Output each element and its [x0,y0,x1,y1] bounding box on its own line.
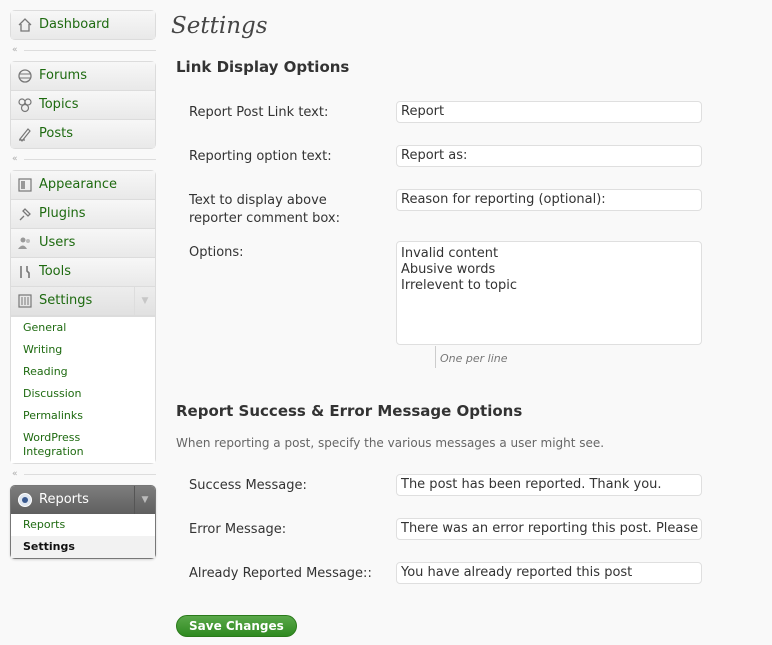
menu-label: Reports [39,492,89,507]
above-box-label-line1: Text to display above [189,193,327,208]
submenu-item-discussion[interactable]: Discussion [11,383,155,405]
menu-label: Tools [39,264,72,279]
menu-item-reports[interactable]: Reports ▼ [11,486,155,514]
save-changes-button[interactable]: Save Changes [176,615,297,637]
reporting-option-label: Reporting option text: [189,149,332,164]
users-icon [18,237,30,249]
submenu-item-wordpress-integration[interactable]: WordPress Integration [11,427,103,463]
appearance-icon [18,178,32,192]
menu-label: Plugins [39,206,86,221]
options-label: Options: [189,245,244,260]
report-link-input[interactable]: Report [396,101,702,123]
submenu-item-general[interactable]: General [11,317,155,339]
menu-group-site: Appearance Plugins Users Tools Settings … [10,170,156,464]
page-title: Settings [171,13,268,39]
menu-item-posts[interactable]: Posts [11,120,155,148]
section-heading-link-display: Link Display Options [176,58,350,76]
collapse-arrows-icon: « [12,45,17,55]
tools-icon [20,266,30,278]
chevron-down-icon[interactable]: ▼ [134,486,155,514]
menu-group-reports: Reports ▼ Reports Settings [10,485,156,559]
menu-label: Forums [39,68,87,83]
plugins-icon [19,208,31,221]
menu-label: Appearance [39,177,118,192]
already-reported-input[interactable]: You have already reported this post [396,562,702,584]
collapse-arrows-icon: « [12,154,17,164]
menu-item-forums[interactable]: Forums [11,62,155,91]
menu-label: Topics [39,97,79,112]
menu-item-plugins[interactable]: Plugins [11,200,155,229]
above-box-label: Text to display above reporter comment b… [189,192,340,228]
menu-separator[interactable]: « [10,464,156,485]
success-message-label: Success Message: [189,478,307,493]
reporting-option-input[interactable]: Report as: [396,145,702,167]
menu-label: Posts [39,126,73,141]
above-box-label-line2: reporter comment box: [189,211,340,226]
options-textarea[interactable]: Invalid content Abusive words Irrelevent… [396,241,702,345]
submenu-item-reports[interactable]: Reports [11,514,155,536]
menu-item-dashboard[interactable]: Dashboard [11,11,155,39]
menu-item-users[interactable]: Users [11,229,155,258]
submenu-item-permalinks[interactable]: Permalinks [11,405,155,427]
menu-item-tools[interactable]: Tools [11,258,155,287]
report-link-label: Report Post Link text: [189,105,329,120]
section-heading-messages: Report Success & Error Message Options [176,402,523,420]
submenu-item-settings[interactable]: Settings [11,536,155,558]
menu-label: Users [39,235,76,250]
already-reported-label: Already Reported Message:: [189,566,372,581]
forums-icon [18,69,32,83]
menu-separator[interactable]: « [10,149,156,170]
menu-label: Dashboard [39,17,110,32]
menu-group-bbpress: Forums Topics Posts [10,61,156,149]
admin-sidebar: Dashboard « Forums Topics Posts « Appear… [10,10,156,559]
menu-separator[interactable]: « [10,40,156,61]
home-icon [18,18,32,32]
menu-item-topics[interactable]: Topics [11,91,155,120]
settings-icon [18,294,32,308]
settings-submenu: General Writing Reading Discussion Perma… [11,316,155,463]
posts-icon [19,128,31,142]
submenu-item-reading[interactable]: Reading [11,361,155,383]
menu-group-dashboard: Dashboard [10,10,156,40]
menu-label: Settings [39,293,93,308]
topics-icon [18,98,32,113]
menu-item-settings[interactable]: Settings ▼ [11,287,155,316]
section-description: When reporting a post, specify the vario… [176,436,605,450]
options-hint: One per line [435,346,508,368]
chevron-down-icon[interactable]: ▼ [134,287,155,315]
submenu-item-writing[interactable]: Writing [11,339,155,361]
success-message-input[interactable]: The post has been reported. Thank you. [396,474,702,496]
reports-icon [18,493,32,507]
error-message-label: Error Message: [189,522,287,537]
above-box-input[interactable]: Reason for reporting (optional): [396,189,702,211]
menu-item-appearance[interactable]: Appearance [11,171,155,200]
collapse-arrows-icon: « [12,469,17,479]
error-message-input[interactable]: There was an error reporting this post. … [396,518,702,540]
